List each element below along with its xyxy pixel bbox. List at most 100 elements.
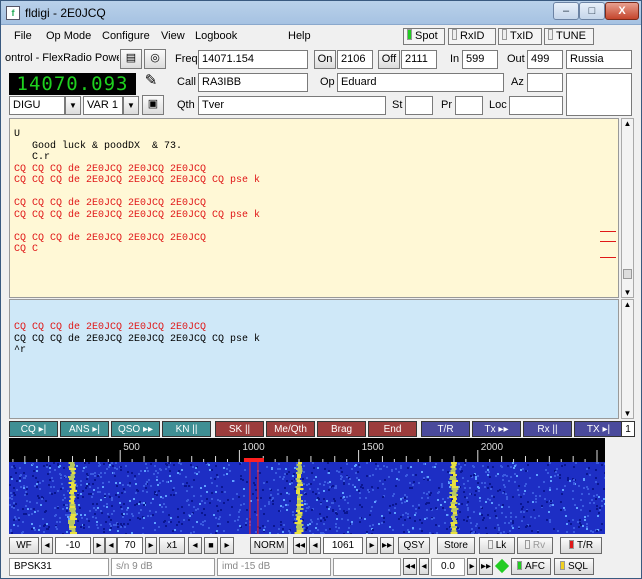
waterfall-display[interactable] xyxy=(9,462,605,534)
province-field[interactable] xyxy=(455,96,483,115)
on-button[interactable]: On xyxy=(314,50,336,69)
tr-toggle[interactable]: T/R xyxy=(560,537,602,554)
off-button[interactable]: Off xyxy=(378,50,400,69)
broom-icon[interactable]: ✎ xyxy=(140,72,162,94)
frequency-ruler: 500 1000 1500 2000 xyxy=(9,438,605,462)
macro-button[interactable]: TX ▸| xyxy=(574,421,623,437)
fast-rewind-icon[interactable]: ◂◂ xyxy=(293,537,307,554)
azimuth-field[interactable] xyxy=(527,73,563,92)
rx-line: Good luck & poodDX & 73. xyxy=(14,140,183,152)
scroll-up-icon[interactable]: ▲ xyxy=(622,119,633,128)
wf-freq-field[interactable]: 1061 xyxy=(323,537,363,554)
imd-display: imd -15 dB xyxy=(217,558,331,576)
lock-toggle[interactable]: Lk xyxy=(479,537,515,554)
reverse-toggle[interactable]: Rv xyxy=(517,537,553,554)
rig-mode-select[interactable]: DIGU xyxy=(9,96,65,115)
spot-toggle[interactable]: Spot xyxy=(403,28,445,45)
stop-icon[interactable]: ■ xyxy=(204,537,218,554)
menu-logbook[interactable]: Logbook xyxy=(195,30,237,42)
transmit-text-pane[interactable]: CQ CQ CQ de 2E0JCQ 2E0JCQ 2E0JCQ CQ CQ CQ… xyxy=(9,299,619,419)
offset-inc-icon[interactable]: ▸ xyxy=(467,558,477,575)
op-name-field[interactable]: Eduard xyxy=(337,73,504,92)
tx-line: CQ CQ CQ de 2E0JCQ 2E0JCQ 2E0JCQ xyxy=(14,322,207,333)
rst-out-label: Out xyxy=(507,53,525,65)
macro-button[interactable]: Rx || xyxy=(523,421,572,437)
rst-in-field[interactable]: 599 xyxy=(462,50,498,69)
country-field[interactable]: Russia xyxy=(566,50,632,69)
forward-icon[interactable]: ▸ xyxy=(220,537,234,554)
afc-toggle[interactable]: AFC xyxy=(511,558,551,575)
macro-button[interactable]: KN || xyxy=(162,421,211,437)
receive-text-pane[interactable]: U Good luck & poodDX & 73. C.r CQ CQ CQ d… xyxy=(9,118,619,298)
call-field[interactable]: RA3IBB xyxy=(198,73,308,92)
tx-line: CQ CQ CQ de 2E0JCQ 2E0JCQ 2E0JCQ CQ pse … xyxy=(14,333,261,345)
zoom-button[interactable]: x1 xyxy=(159,537,185,554)
freq-field[interactable]: 14071.154 xyxy=(198,50,308,69)
macro-button[interactable]: T/R xyxy=(421,421,470,437)
macro-button[interactable]: Brag xyxy=(317,421,366,437)
menu-opmode[interactable]: Op Mode xyxy=(46,30,91,42)
ref-down-icon[interactable]: ◂ xyxy=(41,537,53,554)
ref-level-field[interactable]: -10 xyxy=(55,537,91,554)
scroll-up-icon[interactable]: ▲ xyxy=(622,300,633,309)
range-down-icon[interactable]: ◂ xyxy=(105,537,117,554)
locator-field[interactable] xyxy=(509,96,563,115)
menu-file[interactable]: File xyxy=(14,30,32,42)
qsy-button[interactable]: QSY xyxy=(398,537,430,554)
offset-field[interactable]: 0.0 xyxy=(431,558,465,576)
close-button[interactable]: X xyxy=(605,2,639,20)
state-field[interactable] xyxy=(405,96,433,115)
menu-help[interactable]: Help xyxy=(288,30,311,42)
macro-button[interactable]: ANS ▸| xyxy=(60,421,109,437)
sql-toggle[interactable]: SQL xyxy=(554,558,594,575)
rewind-icon[interactable]: ◂ xyxy=(188,537,202,554)
macro-set-selector[interactable]: 1 xyxy=(621,421,635,437)
freq-down-icon[interactable]: ◂ xyxy=(309,537,321,554)
waterfall-side xyxy=(605,438,639,534)
ref-up-icon[interactable]: ▸ xyxy=(93,537,105,554)
time-off-field[interactable]: 2111 xyxy=(401,50,437,69)
scroll-down-icon[interactable]: ▼ xyxy=(622,288,633,297)
mode-indicator[interactable]: BPSK31 xyxy=(9,558,109,576)
chevron-down-icon[interactable]: ▼ xyxy=(123,96,139,115)
offset-down-icon[interactable]: ◂◂ xyxy=(403,558,417,575)
rx-scroll-thumb[interactable] xyxy=(623,269,632,279)
minimize-button[interactable]: – xyxy=(553,2,579,20)
scroll-down-icon[interactable]: ▼ xyxy=(622,409,633,418)
rx-line: CQ CQ CQ de 2E0JCQ 2E0JCQ 2E0JCQ xyxy=(14,232,207,244)
title-bar[interactable]: f fldigi - 2E0JCQ – □ X xyxy=(1,1,641,25)
menu-view[interactable]: View xyxy=(161,30,185,42)
freq-up-icon[interactable]: ▸ xyxy=(366,537,378,554)
rig-settings-icon[interactable]: ▤ xyxy=(120,49,142,69)
fast-forward-icon[interactable]: ▸▸ xyxy=(380,537,394,554)
rig-memory-icon[interactable]: ▣ xyxy=(142,95,164,115)
wf-mode-button[interactable]: WF xyxy=(9,537,39,554)
macro-button[interactable]: CQ ▸| xyxy=(9,421,58,437)
macro-button[interactable]: SK || xyxy=(215,421,264,437)
maximize-button[interactable]: □ xyxy=(579,2,605,20)
frequency-display[interactable]: 14070.093 xyxy=(9,73,136,95)
range-up-icon[interactable]: ▸ xyxy=(145,537,157,554)
txid-toggle[interactable]: TxID xyxy=(498,28,542,45)
time-on-field[interactable]: 2106 xyxy=(337,50,373,69)
chevron-down-icon[interactable]: ▼ xyxy=(65,96,81,115)
notes-field[interactable] xyxy=(566,73,632,116)
tx-scrollbar[interactable]: ▲ ▼ xyxy=(621,299,634,419)
rst-out-field[interactable]: 499 xyxy=(527,50,563,69)
bandwidth-select[interactable]: VAR 1 xyxy=(83,96,123,115)
macro-button[interactable]: End xyxy=(368,421,417,437)
offset-up-icon[interactable]: ▸▸ xyxy=(479,558,493,575)
norm-button[interactable]: NORM xyxy=(250,537,288,554)
macro-button[interactable]: QSO ▸▸ xyxy=(111,421,160,437)
tune-toggle[interactable]: TUNE xyxy=(544,28,594,45)
rx-scrollbar[interactable]: ▲ ▼ xyxy=(621,118,634,298)
store-button[interactable]: Store xyxy=(437,537,475,554)
rxid-toggle[interactable]: RxID xyxy=(448,28,496,45)
macro-button[interactable]: Me/Qth xyxy=(266,421,315,437)
globe-icon[interactable]: ◎ xyxy=(144,49,166,69)
offset-dec-icon[interactable]: ◂ xyxy=(419,558,429,575)
range-field[interactable]: 70 xyxy=(117,537,143,554)
qth-field[interactable]: Tver xyxy=(198,96,386,115)
macro-button[interactable]: Tx ▸▸ xyxy=(472,421,521,437)
menu-configure[interactable]: Configure xyxy=(102,30,150,42)
